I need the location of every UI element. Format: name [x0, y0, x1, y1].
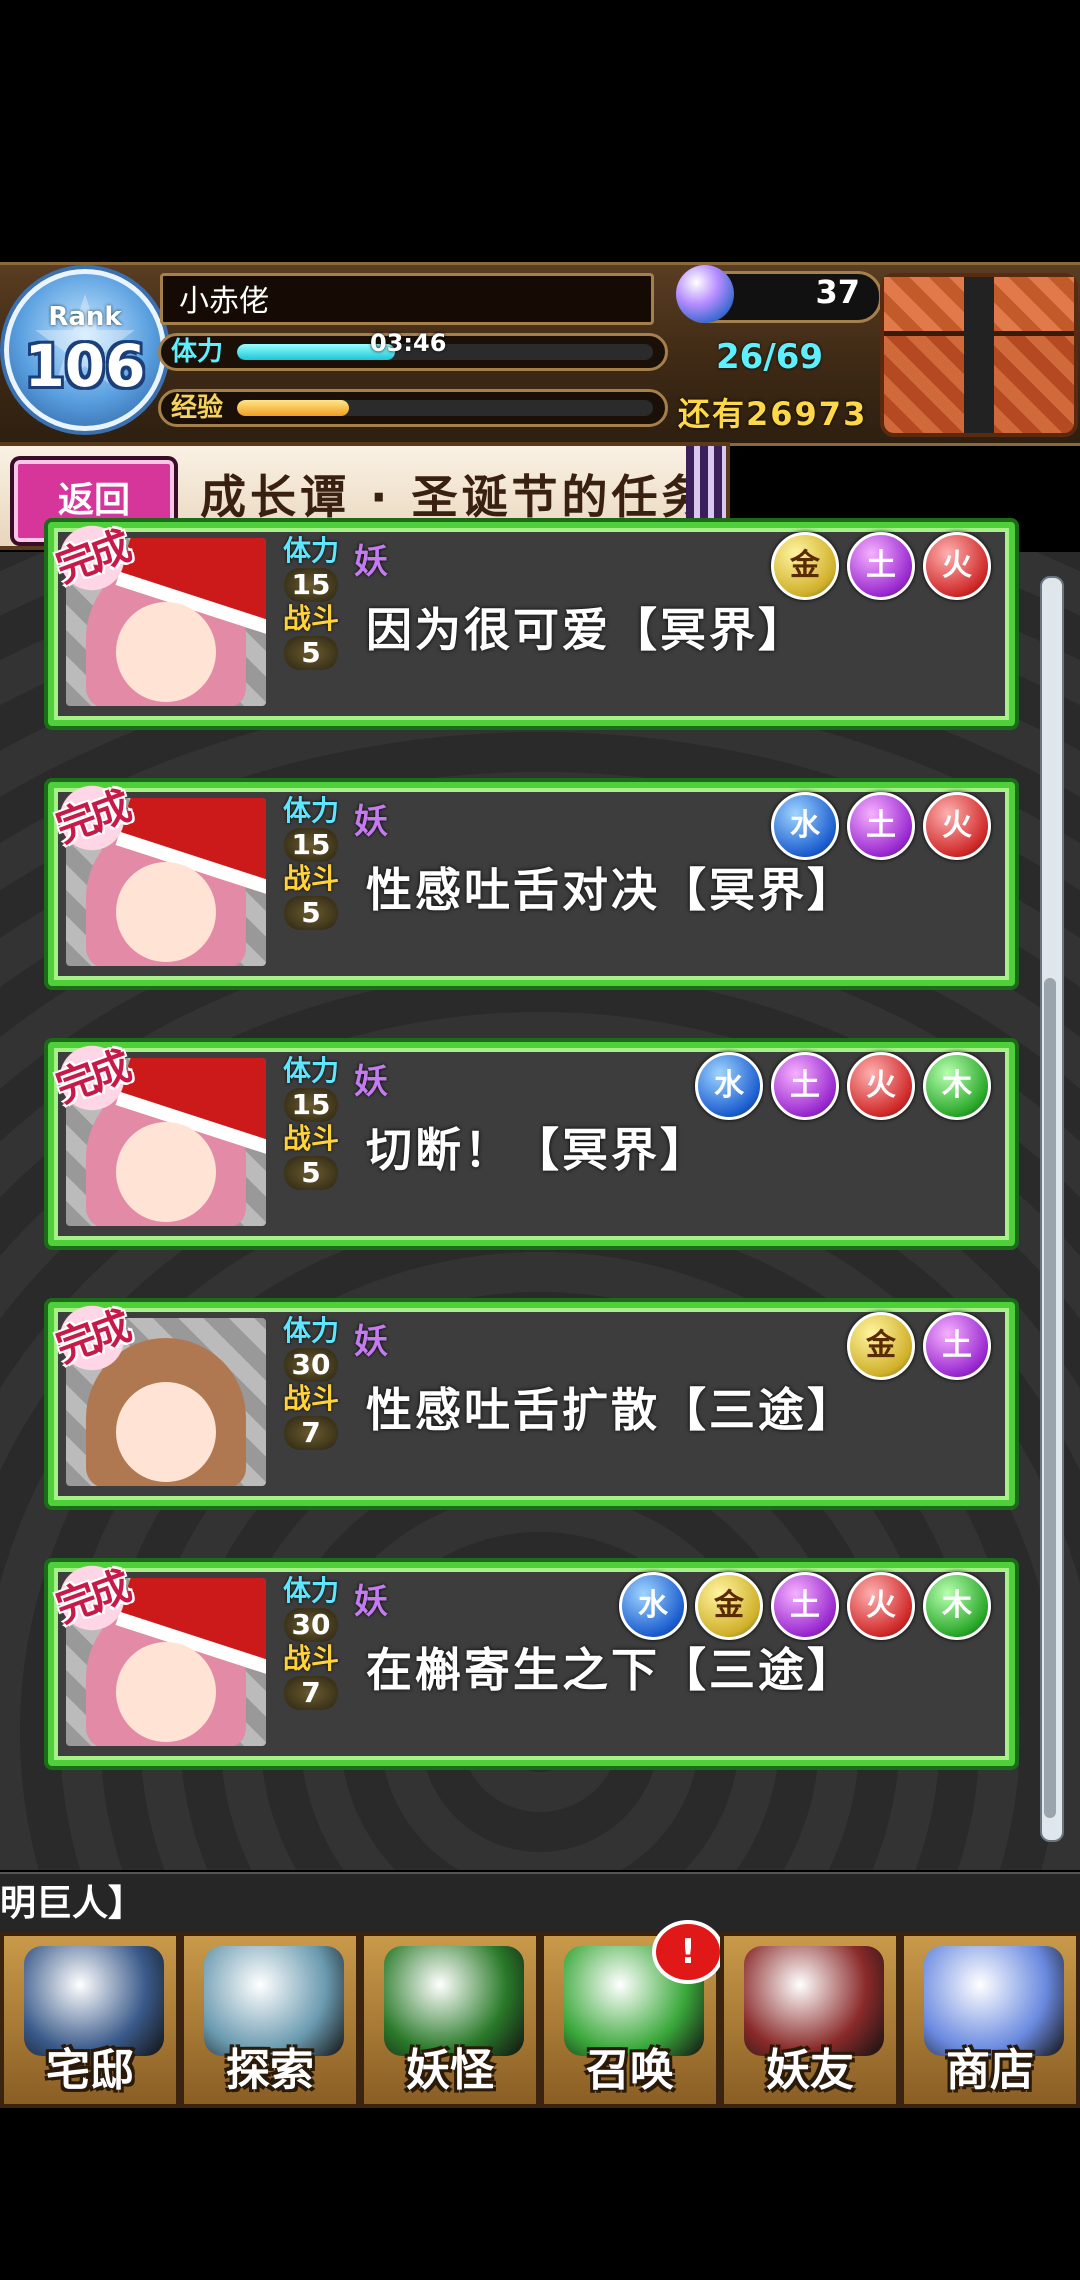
gift-chest-icon[interactable]: [880, 273, 1078, 437]
water-element-icon: 水: [695, 1052, 763, 1120]
metal-element-icon: 金: [847, 1312, 915, 1380]
scrollbar-thumb[interactable]: [1044, 978, 1056, 1818]
element-icons: 水土火: [771, 792, 991, 860]
stamina-cost: 15: [284, 828, 338, 862]
nav-label: 妖怪: [406, 2045, 494, 2096]
yokai-type-label: 妖: [354, 1582, 388, 1622]
quest-stats: 体力 15 战斗 5: [276, 534, 346, 706]
stamina-timer: 03:46: [370, 329, 447, 357]
notification-badge: !: [652, 1920, 724, 1984]
stamina-cost-label: 体力: [282, 1574, 339, 1607]
element-icons: 金土: [847, 1312, 991, 1380]
battle-count-label: 战斗: [282, 602, 339, 635]
quest-name: 在槲寄生之下【三途】: [366, 1643, 856, 1697]
player-hud: ★ Rank 106 小赤佬 体力 03:46 经验 37 26/69 还有26…: [0, 262, 1080, 446]
quest-stats: 体力 15 战斗 5: [276, 794, 346, 966]
rank-value: 106: [24, 332, 146, 400]
water-element-icon: 水: [771, 792, 839, 860]
stamina-label: 体力: [171, 337, 224, 367]
stamina-cost-label: 体力: [282, 534, 339, 567]
nav-label: 商店: [946, 2045, 1034, 2096]
quest-name: 性感吐舌对决【冥界】: [366, 863, 856, 917]
earth-element-icon: 土: [847, 792, 915, 860]
spirit-orb-icon: [676, 265, 734, 323]
exp-bar: 经验: [158, 389, 668, 427]
bottom-nav: 宅邸 探索 妖怪 召唤! 妖友 商店: [0, 1920, 1080, 2108]
battle-count: 5: [284, 896, 338, 930]
battle-count: 7: [284, 1676, 338, 1710]
stamina-cost-label: 体力: [282, 1314, 339, 1347]
quest-card[interactable]: 完成 体力 30 战斗 7 妖性感吐舌扩散【三途】金土: [26, 1275, 1015, 1506]
stamina-value: 26/69: [716, 337, 824, 377]
quest-card[interactable]: 完成 体力 15 战斗 5 妖切断！【冥界】水土火木: [26, 1015, 1015, 1246]
nav-button-4[interactable]: 妖友: [720, 1932, 900, 2108]
nav-label: 妖友: [766, 2045, 854, 2096]
quest-card[interactable]: 完成 体力 15 战斗 5 妖因为很可爱【冥界】金土火: [26, 495, 1015, 726]
orb-count: 37: [815, 273, 860, 311]
player-name: 小赤佬: [160, 273, 654, 325]
quest-name: 性感吐舌扩散【三途】: [366, 1383, 856, 1437]
yokai-type-label: 妖: [354, 802, 388, 842]
nav-label: 探索: [226, 2045, 314, 2096]
quest-card[interactable]: 完成 体力 15 战斗 5 妖性感吐舌对决【冥界】水土火: [26, 755, 1015, 986]
earth-element-icon: 土: [771, 1572, 839, 1640]
stamina-cost: 15: [284, 568, 338, 602]
yokai-type-label: 妖: [354, 1322, 388, 1362]
wood-element-icon: 木: [923, 1052, 991, 1120]
exp-remaining: 还有26973: [678, 395, 868, 433]
fire-element-icon: 火: [847, 1052, 915, 1120]
battle-count-label: 战斗: [282, 862, 339, 895]
system-nav-area: [0, 2108, 1080, 2280]
exp-label: 经验: [171, 393, 224, 423]
battle-count-label: 战斗: [282, 1382, 339, 1415]
battle-count-label: 战斗: [282, 1122, 339, 1155]
element-icons: 水土火木: [695, 1052, 991, 1120]
metal-element-icon: 金: [695, 1572, 763, 1640]
quest-stats: 体力 15 战斗 5: [276, 1054, 346, 1226]
fire-element-icon: 火: [923, 532, 991, 600]
battle-count: 5: [284, 1156, 338, 1190]
earth-element-icon: 土: [847, 532, 915, 600]
quest-name: 切断！【冥界】: [366, 1123, 709, 1177]
stamina-cost: 30: [284, 1608, 338, 1642]
battle-count-label: 战斗: [282, 1642, 339, 1675]
yokai-type-label: 妖: [354, 542, 388, 582]
quest-stats: 体力 30 战斗 7: [276, 1314, 346, 1486]
nav-button-1[interactable]: 探索: [180, 1932, 360, 2108]
battle-count: 5: [284, 636, 338, 670]
stamina-cost-label: 体力: [282, 794, 339, 827]
element-icons: 水金土火木: [619, 1572, 991, 1640]
quest-name: 因为很可爱【冥界】: [366, 603, 807, 657]
status-bar-area: [0, 0, 1080, 262]
quest-stats: 体力 30 战斗 7: [276, 1574, 346, 1746]
rank-badge[interactable]: ★ Rank 106: [4, 269, 166, 431]
earth-element-icon: 土: [923, 1312, 991, 1380]
fire-element-icon: 火: [847, 1572, 915, 1640]
nav-label: 宅邸: [46, 2045, 134, 2096]
stamina-cost: 15: [284, 1088, 338, 1122]
nav-button-0[interactable]: 宅邸: [0, 1932, 180, 2108]
element-icons: 金土火: [771, 532, 991, 600]
nav-button-2[interactable]: 妖怪: [360, 1932, 540, 2108]
battle-count: 7: [284, 1416, 338, 1450]
scrollbar[interactable]: [1040, 576, 1064, 1842]
wood-element-icon: 木: [923, 1572, 991, 1640]
stamina-cost: 30: [284, 1348, 338, 1382]
news-ticker: 明巨人】: [0, 1872, 1080, 1934]
nav-button-3[interactable]: 召唤!: [540, 1920, 724, 2108]
nav-button-5[interactable]: 商店: [900, 1932, 1080, 2108]
stamina-cost-label: 体力: [282, 1054, 339, 1087]
yokai-type-label: 妖: [354, 1062, 388, 1102]
nav-label: 召唤: [586, 2045, 674, 2096]
metal-element-icon: 金: [771, 532, 839, 600]
earth-element-icon: 土: [771, 1052, 839, 1120]
rank-label: Rank: [48, 302, 122, 332]
quest-card[interactable]: 完成 体力 30 战斗 7 妖在槲寄生之下【三途】水金土火木: [26, 1535, 1015, 1766]
fire-element-icon: 火: [923, 792, 991, 860]
water-element-icon: 水: [619, 1572, 687, 1640]
